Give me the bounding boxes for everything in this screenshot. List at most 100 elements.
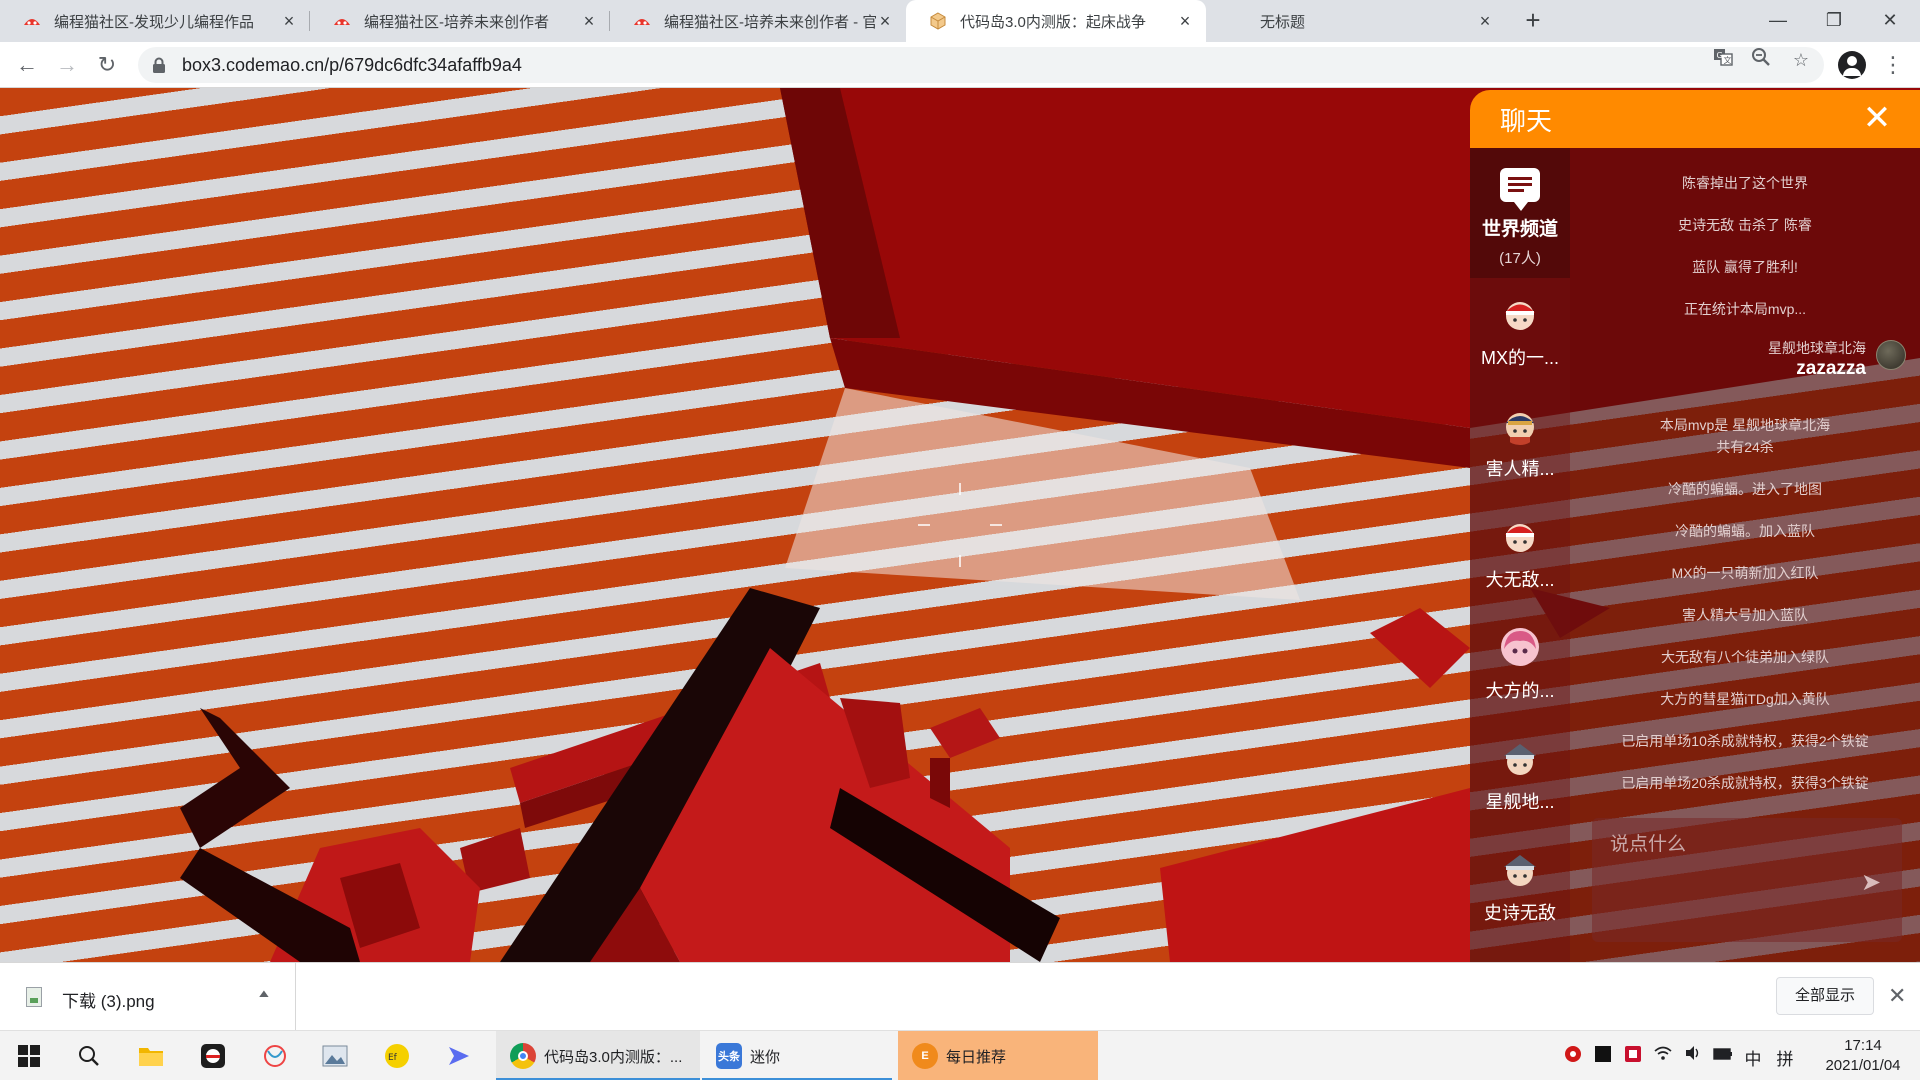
app-icon[interactable]: Ef [380, 1039, 414, 1073]
svg-text:文: 文 [1724, 55, 1732, 65]
tab-close-icon[interactable]: × [1476, 12, 1494, 30]
system-message: 史诗无敌 击杀了 陈睿 [1678, 217, 1812, 233]
ime-mode[interactable]: 中 [1742, 1045, 1764, 1070]
windows-start-icon[interactable] [12, 1039, 46, 1073]
tab-3[interactable]: 编程猫社区-培养未来创作者 - 官 × [610, 0, 906, 42]
channel-label: 世界频道 [1481, 219, 1558, 240]
minimize-icon[interactable]: — [1750, 0, 1806, 40]
tab-close-icon[interactable]: × [280, 12, 298, 30]
system-message: MX的一只萌新加入红队 [1671, 565, 1819, 581]
volume-icon[interactable] [1682, 1045, 1704, 1066]
chat-input-box[interactable]: ➤ [1592, 818, 1902, 942]
player-name: 大无敌... [1485, 570, 1555, 590]
player-name: MX的一... [1480, 348, 1559, 368]
chat-message-input[interactable] [1610, 830, 1850, 860]
taskbar-app-daily[interactable]: E 每日推荐 [898, 1031, 1098, 1080]
close-icon[interactable]: ✕ [1860, 101, 1894, 136]
reload-icon[interactable]: ↻ [92, 50, 122, 80]
app-icon[interactable] [258, 1039, 292, 1073]
avatar [1500, 849, 1540, 889]
tab-close-icon[interactable]: × [580, 12, 598, 30]
tab-title: 编程猫社区-培养未来创作者 [364, 13, 549, 31]
browser-tab-strip: 编程猫社区-发现少儿编程作品 × 编程猫社区-培养未来创作者 × 编程猫社区-培… [0, 0, 1920, 42]
player-name: 星舰地... [1485, 792, 1555, 812]
clock-date: 2021/01/04 [1825, 1057, 1901, 1074]
toutiao-icon: 头条 [716, 1043, 742, 1069]
system-clock[interactable]: 17:14 2021/01/04 [1808, 1036, 1918, 1076]
blank-page-icon [1228, 11, 1248, 31]
channel-member-count: (17人) [1499, 250, 1541, 267]
app-icon[interactable] [442, 1039, 476, 1073]
chat-panel: 聊天 ✕ 世界频道 (17人) MX的一... 害人精... 大无敌... 大方… [1470, 90, 1920, 962]
download-item[interactable]: 下载 (3).png ▲ [0, 963, 296, 1031]
tab-title: 代码岛3.0内测版：起床战争 [960, 13, 1146, 31]
codemao-icon [332, 11, 352, 31]
new-tab-icon[interactable]: + [1518, 6, 1548, 36]
codemao-icon [632, 11, 652, 31]
tab-close-icon[interactable]: × [1176, 12, 1194, 30]
channel-world[interactable]: 世界频道 (17人) [1470, 148, 1570, 278]
close-icon[interactable]: ✕ [1888, 983, 1906, 1009]
zoom-icon[interactable] [1748, 47, 1774, 73]
player-item[interactable]: 星舰地... [1470, 722, 1570, 833]
tab-2[interactable]: 编程猫社区-培养未来创作者 × [310, 0, 610, 42]
restore-icon[interactable]: ❐ [1806, 0, 1862, 40]
tab-1[interactable]: 编程猫社区-发现少儿编程作品 × [0, 0, 310, 42]
tab-5[interactable]: 无标题 × [1206, 0, 1506, 42]
system-message: 共有24杀 [1716, 439, 1774, 455]
player-item[interactable]: 大无敌... [1470, 500, 1570, 611]
download-bar: 下载 (3).png ▲ 全部显示 ✕ [0, 962, 1920, 1031]
forward-arrow-icon[interactable]: → [52, 50, 82, 80]
svg-text:Ef: Ef [388, 1053, 398, 1063]
tray-app-icon[interactable] [1562, 1045, 1584, 1068]
system-message: 本局mvp是 星舰地球章北海 [1659, 417, 1831, 433]
system-message: 陈睿掉出了这个世界 [1682, 175, 1808, 191]
system-message: 冷酷的蝙蝠。进入了地图 [1668, 481, 1822, 497]
tray-app-icon[interactable] [1592, 1045, 1614, 1068]
profile-avatar-icon[interactable] [1838, 51, 1866, 79]
system-message: 大无敌有八个徒弟加入绿队 [1661, 649, 1829, 665]
tray-app-icon[interactable] [1622, 1045, 1644, 1068]
player-name: 大方的... [1485, 681, 1555, 701]
search-icon[interactable] [72, 1039, 106, 1073]
avatar [1876, 340, 1906, 370]
wifi-icon[interactable] [1652, 1045, 1674, 1066]
player-item[interactable]: 史诗无敌 [1470, 833, 1570, 944]
avatar [1500, 627, 1540, 667]
battery-icon[interactable] [1712, 1045, 1734, 1065]
bookmark-star-icon[interactable]: ☆ [1788, 47, 1814, 73]
ime-pinyin[interactable]: 拼 [1774, 1045, 1796, 1070]
photos-icon[interactable] [318, 1039, 352, 1073]
avatar [1500, 405, 1540, 445]
taskbar-app-label: 每日推荐 [946, 1048, 1007, 1066]
windows-taskbar: Ef 代码岛3.0内测版：... 头条 迷你 E 每日推荐 中 拼 17:14 … [0, 1030, 1920, 1080]
taskbar-app-chrome[interactable]: 代码岛3.0内测版：... [496, 1031, 700, 1080]
show-all-button[interactable]: 全部显示 [1776, 977, 1874, 1015]
tab-title: 无标题 [1260, 13, 1306, 31]
system-message: 已启用单场10杀成就特权，获得2个铁锭 [1621, 733, 1869, 749]
chevron-up-icon[interactable]: ▲ [256, 988, 272, 1001]
tab-4-active[interactable]: 代码岛3.0内测版：起床战争 × [906, 0, 1206, 42]
tab-title: 编程猫社区-发现少儿编程作品 [54, 13, 254, 31]
codemao-icon [22, 11, 42, 31]
taskbar-app-mini[interactable]: 头条 迷你 [702, 1031, 892, 1080]
svg-text:G: G [1717, 51, 1723, 60]
app-icon[interactable] [196, 1039, 230, 1073]
player-item[interactable]: MX的一... [1470, 278, 1570, 389]
more-menu-icon[interactable]: ⋮ [1882, 51, 1904, 79]
tab-close-icon[interactable]: × [876, 12, 894, 30]
window-close-icon[interactable]: ✕ [1862, 0, 1918, 40]
box3-icon [928, 11, 948, 31]
file-explorer-icon[interactable] [134, 1039, 168, 1073]
address-bar[interactable]: box3.codemao.cn/p/679dc6dfc34afaffb9a4 [138, 47, 1824, 83]
system-message: 害人精大号加入蓝队 [1682, 607, 1808, 623]
taskbar-app-label: 迷你 [750, 1048, 781, 1066]
system-message: 冷酷的蝙蝠。加入蓝队 [1675, 523, 1815, 539]
player-item[interactable]: 害人精... [1470, 389, 1570, 500]
send-icon[interactable]: ➤ [1858, 870, 1884, 896]
player-item[interactable]: 大方的... [1470, 611, 1570, 722]
translate-icon[interactable]: G文 [1710, 47, 1736, 73]
daily-recommend-icon: E [912, 1043, 938, 1069]
back-arrow-icon[interactable]: ← [12, 50, 42, 80]
avatar [1500, 738, 1540, 778]
